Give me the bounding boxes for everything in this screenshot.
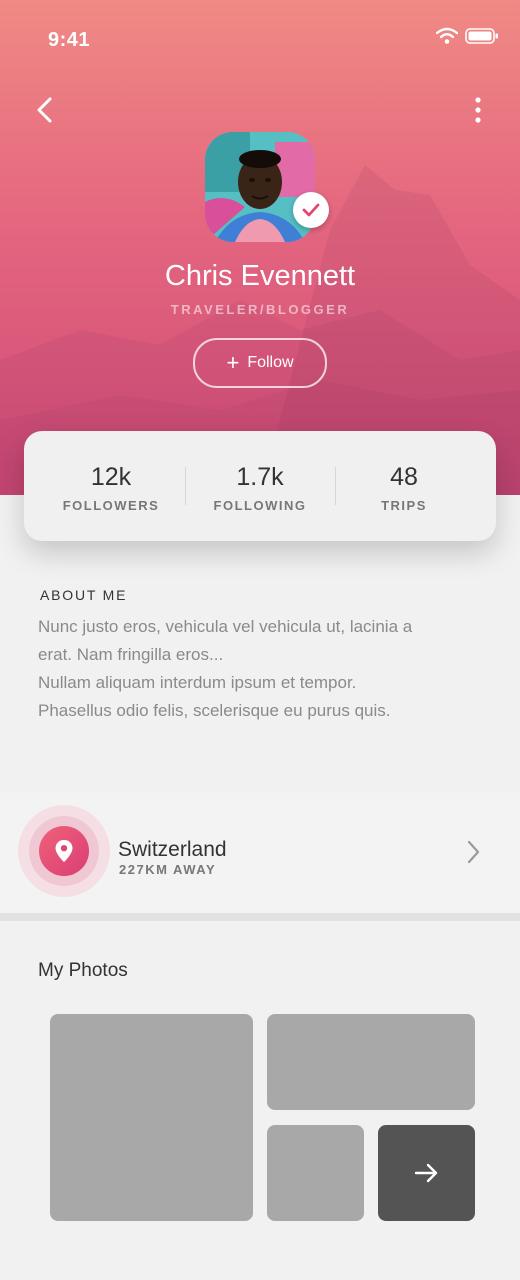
arrow-right-icon bbox=[414, 1163, 437, 1183]
back-arrow-icon[interactable] bbox=[30, 93, 62, 127]
wifi-icon bbox=[436, 27, 458, 44]
avatar bbox=[205, 132, 329, 242]
location-distance: 227KM AWAY bbox=[119, 862, 217, 877]
profile-role: TRAVELER/BLOGGER bbox=[170, 302, 350, 317]
stat-value: 48 bbox=[390, 463, 418, 491]
profile-name: Chris Evennett bbox=[164, 260, 356, 292]
plus-icon: + bbox=[226, 350, 240, 375]
location-row[interactable] bbox=[0, 791, 520, 913]
follow-button[interactable]: + Follow bbox=[193, 338, 327, 388]
stat-followers[interactable]: 12k FOLLOWERS bbox=[36, 431, 186, 541]
about-line: Nunc justo eros, vehicula vel vehicula u… bbox=[38, 617, 413, 636]
more-photos-button[interactable] bbox=[378, 1125, 475, 1221]
photo-tile-wide[interactable] bbox=[267, 1014, 475, 1110]
battery-icon bbox=[465, 28, 498, 44]
verified-badge bbox=[293, 192, 329, 228]
stat-following[interactable]: 1.7k FOLLOWING bbox=[185, 431, 335, 541]
stat-label: FOLLOWERS bbox=[62, 498, 160, 513]
about-line: Nullam aliquam interdum ipsum et tempor. bbox=[38, 673, 357, 692]
stat-value: 12k bbox=[90, 463, 132, 491]
about-line: erat. Nam fringilla eros... bbox=[38, 645, 224, 664]
about-line: Phasellus odio felis, scelerisque eu pur… bbox=[38, 701, 391, 720]
stat-value: 1.7k bbox=[236, 463, 284, 491]
location-badge bbox=[39, 826, 89, 876]
photos-title: My Photos bbox=[38, 960, 128, 981]
about-text: Nunc justo eros, vehicula vel vehicula u… bbox=[38, 613, 488, 725]
follow-label: Follow bbox=[247, 354, 294, 371]
verified-check-icon bbox=[302, 203, 320, 217]
photo-tile-small[interactable] bbox=[267, 1125, 364, 1221]
chevron-right-icon[interactable] bbox=[463, 838, 483, 866]
more-vertical-icon[interactable] bbox=[466, 96, 490, 126]
stat-label: FOLLOWING bbox=[213, 498, 307, 513]
stat-trips[interactable]: 48 TRIPS bbox=[329, 431, 479, 541]
location-pin-icon bbox=[55, 840, 73, 862]
photo-tile-large[interactable] bbox=[50, 1014, 253, 1221]
stats-card: 12k FOLLOWERS 1.7k FOLLOWING 48 TRIPS bbox=[24, 431, 496, 541]
status-bar: 9:41 bbox=[0, 0, 520, 80]
section-separator bbox=[0, 913, 520, 921]
location-name: Switzerland bbox=[118, 838, 227, 861]
status-time: 9:41 bbox=[48, 29, 91, 51]
profile-header: 9:41 Chris Evennett TRAVELER/BLOGGER + F… bbox=[0, 0, 520, 495]
about-title: ABOUT ME bbox=[40, 587, 128, 603]
stat-label: TRIPS bbox=[381, 498, 427, 513]
